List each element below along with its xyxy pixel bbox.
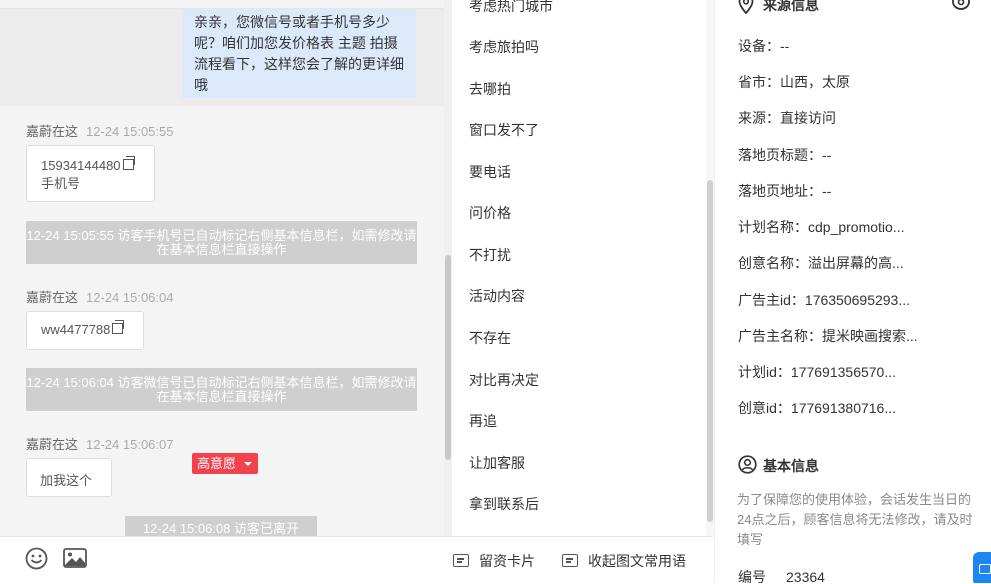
source-info-title: 来源信息 [763, 0, 819, 13]
copy-icon[interactable] [112, 320, 125, 334]
visitor-message-phone: 15934144480 手机号 [26, 145, 155, 202]
phrases-icon [562, 554, 578, 567]
info-row-plan-id: 计划id：177691356570... [738, 364, 897, 380]
intent-tag-dropdown[interactable]: 高意愿 [192, 453, 258, 474]
phrases-scrollbar[interactable] [706, 0, 714, 536]
location-icon [738, 0, 754, 14]
basic-info-title: 基本信息 [763, 458, 819, 474]
info-row-advertiser-id: 广告主id：176350695293... [738, 292, 911, 308]
info-row-city: 省市：山西，太原 [738, 74, 850, 90]
info-row-advertiser-name: 广告主名称：提米映画搜索... [738, 328, 918, 344]
visitor-left-notice: 12-24 15:06:08 访客已离开 [125, 516, 317, 536]
phrase-item[interactable]: 活动内容 [469, 286, 525, 306]
info-row-landing-title: 落地页标题：-- [738, 147, 832, 163]
visitor-info-panel: 来源信息 设备：-- 省市：山西，太原 来源：直接访问 落地页标题：-- 落地页… [714, 0, 991, 583]
phrase-item[interactable]: 窗口发不了 [469, 120, 539, 140]
agent-message-bubble: 亲亲，您微信号或者手机号多少呢？咱们加您发价格表 主题 拍摄流程看下，这样您会了… [182, 8, 416, 98]
visitor-message-wechat: ww4477788 [26, 311, 144, 350]
phrase-item[interactable]: 考虑旅拍吗 [469, 37, 539, 57]
copy-icon[interactable] [122, 156, 135, 170]
quick-phrases-list: 考虑热门城市 考虑旅拍吗 去哪拍 窗口发不了 要电话 问价格 不打扰 活动内容 … [452, 0, 706, 536]
wechat-id-text: ww4477788 [41, 322, 111, 337]
floating-action-button[interactable] [973, 552, 991, 583]
emoji-icon[interactable] [25, 547, 48, 570]
collapse-phrases-button[interactable]: 收起图文常用语 [562, 551, 686, 571]
visitor-message-text: 加我这个 [26, 458, 112, 497]
agent-message-block: 亲亲，您微信号或者手机号多少呢？咱们加您发价格表 主题 拍摄流程看下，这样您会了… [0, 0, 444, 106]
lead-card-button[interactable]: 留资卡片 [453, 551, 535, 571]
phrase-item[interactable]: 问价格 [469, 203, 511, 223]
basic-info-notice: 为了保障您的使用体验，会话发生当日的24点之后，顾客信息将无法修改，请及时填写 [737, 492, 973, 547]
phrases-scrollbar-thumb[interactable] [707, 180, 713, 522]
info-row-device: 设备：-- [738, 38, 790, 54]
system-message: 12-24 15:06:04 访客微信号已自动标记右侧基本信息栏，如需修改请在基… [26, 368, 417, 411]
chat-top-edge [0, 0, 444, 9]
phrase-item[interactable]: 再追 [469, 411, 497, 431]
phrase-item[interactable]: 不存在 [469, 328, 511, 348]
info-row-creative-name: 创意名称：溢出屏幕的高... [738, 255, 904, 271]
system-message: 12-24 15:05:55 访客手机号已自动标记右侧基本信息栏，如需修改请在基… [26, 221, 417, 264]
phrase-item[interactable]: 让加客服 [469, 453, 525, 473]
chat-icon [979, 564, 991, 574]
info-row-creative-id: 创意id：177691380716... [738, 400, 897, 416]
message-sender: 嘉蔚在这 12-24 15:06:04 [26, 290, 174, 305]
info-row-source: 来源：直接访问 [738, 110, 836, 126]
chat-scrollbar[interactable] [444, 0, 452, 536]
phrase-item[interactable]: 对比再决定 [469, 370, 539, 390]
phrase-item[interactable]: 考虑热门城市 [469, 0, 553, 16]
phrase-item[interactable]: 去哪拍 [469, 79, 511, 99]
image-icon[interactable] [63, 548, 87, 568]
phone-number-text: 15934144480 [41, 158, 121, 173]
chat-scrollbar-thumb[interactable] [445, 255, 451, 460]
info-row-id: 编号 23364 [738, 569, 825, 583]
shield-icon[interactable] [951, 0, 971, 10]
phone-label: 手机号 [41, 176, 81, 191]
card-icon [453, 554, 469, 567]
info-row-landing-url: 落地页地址：-- [738, 183, 832, 199]
phrase-item[interactable]: 不打扰 [469, 245, 511, 265]
phrase-item[interactable]: 拿到联系后 [469, 494, 539, 514]
message-sender: 嘉蔚在这 12-24 15:06:07 [26, 437, 174, 452]
phrase-item[interactable]: 要电话 [469, 162, 511, 182]
message-sender: 嘉蔚在这 12-24 15:05:55 [26, 124, 174, 139]
user-icon [738, 455, 757, 474]
info-row-plan-name: 计划名称：cdp_promotio... [738, 219, 905, 235]
